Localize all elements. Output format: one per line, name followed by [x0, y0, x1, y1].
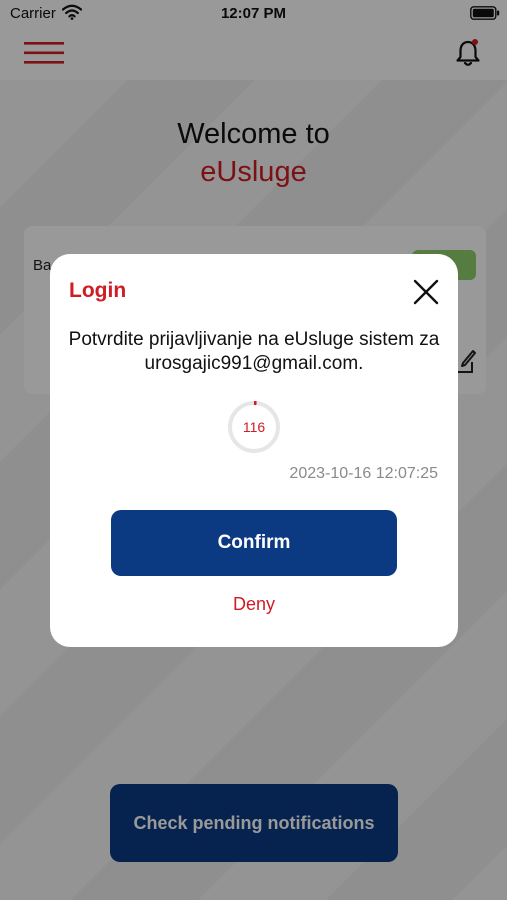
close-icon: [413, 279, 439, 305]
dialog-title: Login: [69, 279, 127, 302]
dialog-message: Potvrdite prijavljivanje na eUsluge sist…: [68, 329, 440, 374]
countdown-value: 116: [242, 419, 266, 435]
confirm-button[interactable]: Confirm: [111, 510, 397, 576]
countdown-timer: 116: [227, 400, 281, 454]
close-button[interactable]: [410, 276, 442, 308]
login-confirmation-dialog: Login Potvrdite prijavljivanje na eUslug…: [50, 254, 458, 647]
request-timestamp: 2023-10-16 12:07:25: [289, 465, 438, 482]
app-screen: Carrier 12:07 PM Welcome to eUsluge Ba C…: [0, 0, 507, 900]
deny-button[interactable]: Deny: [50, 594, 458, 615]
